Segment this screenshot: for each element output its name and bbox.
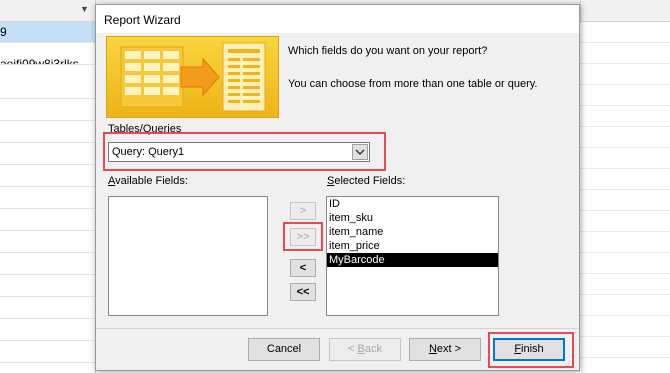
- chevron-down-icon[interactable]: [352, 144, 368, 160]
- datasheet-cell[interactable]: 9: [0, 22, 96, 42]
- list-item-selected[interactable]: MyBarcode: [327, 253, 498, 267]
- column-dropdown-arrow-icon[interactable]: ▼: [80, 4, 89, 14]
- back-button[interactable]: < Back: [329, 338, 401, 361]
- tables-queries-value: Query: Query1: [112, 146, 185, 158]
- selected-fields-list[interactable]: ID item_sku item_name item_price MyBarco…: [326, 196, 499, 316]
- dialog-titlebar[interactable]: Report Wizard: [96, 5, 579, 33]
- remove-all-fields-button[interactable]: <<: [290, 283, 316, 301]
- list-item[interactable]: ID: [327, 197, 498, 211]
- available-fields-list[interactable]: [108, 196, 268, 316]
- cancel-button[interactable]: Cancel: [248, 338, 320, 361]
- list-item[interactable]: item_name: [327, 225, 498, 239]
- list-item[interactable]: item_sku: [327, 211, 498, 225]
- remove-field-button[interactable]: <: [290, 259, 316, 277]
- dialog-title: Report Wizard: [104, 13, 181, 27]
- datasheet-column-header-right[interactable]: [580, 0, 670, 22]
- datasheet-grid-right: [580, 22, 670, 373]
- button-row-separator: [96, 328, 579, 329]
- selected-fields-label: Selected Fields:: [327, 175, 406, 187]
- next-button[interactable]: Next >: [409, 338, 481, 361]
- report-wizard-dialog: Report Wizard Which fields do you want o…: [95, 4, 580, 371]
- finish-button[interactable]: Finish: [493, 338, 565, 361]
- add-all-fields-button[interactable]: >>: [290, 228, 316, 246]
- list-item[interactable]: item_price: [327, 239, 498, 253]
- tables-queries-label: Tables/Queries: [108, 123, 182, 135]
- intro-hint: You can choose from more than one table …: [288, 78, 538, 90]
- datasheet-cell[interactable]: aeifj09w8j3rlks: [0, 43, 96, 64]
- wizard-banner-icon: [106, 36, 279, 118]
- intro-question: Which fields do you want on your report?: [288, 45, 488, 57]
- add-field-button[interactable]: >: [290, 202, 316, 220]
- report-fields-illustration-icon: [120, 42, 266, 112]
- available-fields-label: Available Fields:: [108, 175, 188, 187]
- tables-queries-combobox[interactable]: Query: Query1: [108, 142, 370, 162]
